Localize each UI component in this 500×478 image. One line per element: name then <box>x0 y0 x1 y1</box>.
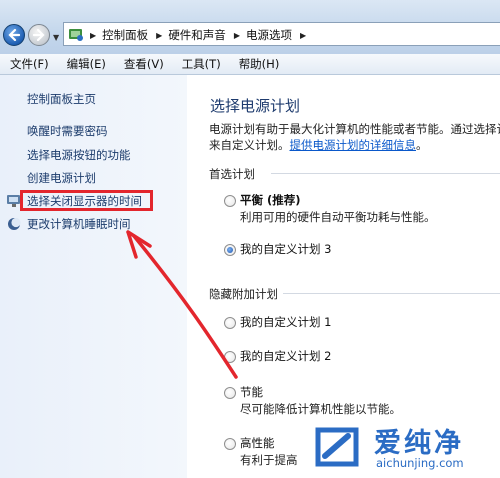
plan-details-link[interactable]: 提供电源计划的详细信息 <box>290 138 417 152</box>
breadcrumb-item[interactable]: 控制面板 <box>102 27 148 43</box>
plan-radio[interactable] <box>224 244 236 256</box>
control-panel-home-link[interactable]: 控制面板主页 <box>27 91 96 107</box>
sidebar-link[interactable]: 选择关闭显示器的时间 <box>27 193 142 209</box>
watermark-url: aichunjing.com <box>376 456 464 470</box>
recent-pages-dropdown[interactable]: ▼ <box>53 33 59 42</box>
sidebar-link[interactable]: 创建电源计划 <box>27 170 96 186</box>
breadcrumb-separator-icon[interactable]: ▶ <box>90 31 96 40</box>
breadcrumb-separator-icon[interactable]: ▶ <box>156 31 162 40</box>
arrow-right-icon <box>33 29 45 41</box>
menu-bar: 文件(F) 编辑(E) 查看(V) 工具(T) 帮助(H) <box>0 54 500 75</box>
plan-name[interactable]: 我的自定义计划 2 <box>240 348 331 364</box>
menu-item[interactable]: 编辑(E) <box>57 56 114 72</box>
watermark-brand: 爱纯净 <box>374 428 464 459</box>
plan-radio[interactable] <box>224 195 236 207</box>
preferred-plans-heading: 首选计划 <box>209 167 255 181</box>
hidden-plans-heading: 隐藏附加计划 <box>209 287 278 301</box>
breadcrumb-separator-icon[interactable]: ▶ <box>234 31 240 40</box>
description: 电源计划有助于最大化计算机的性能或者节能。通过选择计 来自定义计划。提供电源计划… <box>209 121 500 153</box>
plan-radio[interactable] <box>224 351 236 363</box>
page-title: 选择电源计划 <box>210 97 301 115</box>
watermark: 爱纯净 aichunjing.com <box>302 418 500 478</box>
plan-name[interactable]: 节能 <box>240 384 263 400</box>
breadcrumb-separator-icon[interactable]: ▶ <box>300 31 306 40</box>
menu-item[interactable]: 查看(V) <box>114 56 172 72</box>
sidebar-link[interactable]: 选择电源按钮的功能 <box>27 147 131 163</box>
menu-item[interactable]: 工具(T) <box>172 56 229 72</box>
description-suffix: 。 <box>416 138 428 152</box>
plan-radio[interactable] <box>224 438 236 450</box>
forward-button[interactable] <box>28 24 50 46</box>
section-divider <box>271 173 500 174</box>
section-divider <box>283 293 500 294</box>
description-prefix: 来自定义计划。 <box>209 138 290 152</box>
plan-name[interactable]: 平衡 (推荐) <box>240 192 301 208</box>
back-button[interactable] <box>3 24 25 46</box>
plan-name[interactable]: 高性能 <box>240 435 275 451</box>
description-line-2: 来自定义计划。提供电源计划的详细信息。 <box>209 137 500 153</box>
plan-radio[interactable] <box>224 387 236 399</box>
menu-item[interactable]: 文件(F) <box>0 56 57 72</box>
address-path[interactable]: ▶ 控制面板 ▶ 硬件和声音 ▶ 电源选项 ▶ <box>63 22 500 46</box>
breadcrumb: ▶ 控制面板 ▶ 硬件和声音 ▶ 电源选项 ▶ <box>90 27 312 43</box>
brand-logo-icon <box>315 427 359 467</box>
plan-description: 有利于提高 <box>240 453 298 467</box>
breadcrumb-item[interactable]: 硬件和声音 <box>168 27 226 43</box>
sidebar-link[interactable]: 更改计算机睡眠时间 <box>27 216 131 232</box>
moon-icon <box>8 217 21 230</box>
plan-name[interactable]: 我的自定义计划 3 <box>240 241 331 257</box>
description-line-1: 电源计划有助于最大化计算机的性能或者节能。通过选择计 <box>209 122 500 136</box>
arrow-left-icon <box>8 29 20 41</box>
plan-name[interactable]: 我的自定义计划 1 <box>240 314 331 330</box>
plan-description: 利用可用的硬件自动平衡功耗与性能。 <box>240 210 436 224</box>
monitor-icon <box>7 195 20 207</box>
sidebar-link[interactable]: 唤醒时需要密码 <box>27 123 108 139</box>
plan-radio[interactable] <box>224 317 236 329</box>
breadcrumb-item[interactable]: 电源选项 <box>246 27 292 43</box>
control-panel-icon <box>69 29 83 41</box>
plan-description: 尽可能降低计算机性能以节能。 <box>240 402 401 416</box>
task-pane: 控制面板主页 唤醒时需要密码选择电源按钮的功能 创建电源计划选择关闭显示器的时间更… <box>0 75 187 478</box>
address-bar: ▼ ▶ 控制面板 ▶ 硬件和声音 ▶ 电源选项 ▶ <box>0 0 500 54</box>
menu-item[interactable]: 帮助(H) <box>229 56 288 72</box>
